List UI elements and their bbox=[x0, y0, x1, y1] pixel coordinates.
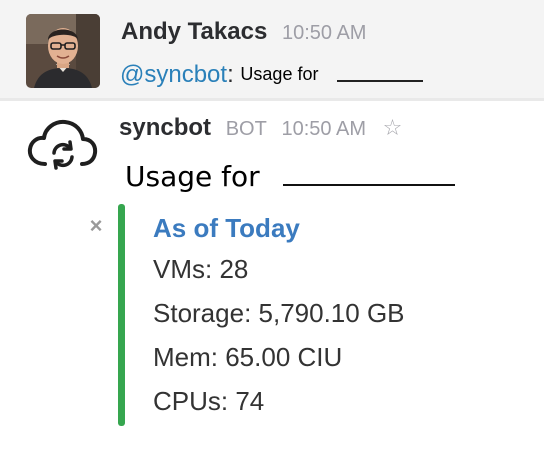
message-sender-row: Andy Takacs 10:50 AM bbox=[121, 18, 366, 46]
user-avatar-image bbox=[26, 14, 100, 88]
star-icon[interactable]: ☆ bbox=[383, 115, 403, 141]
attachment-field-storage: Storage: 5,790.10 GB bbox=[153, 298, 405, 328]
bot-mention[interactable]: @syncbot bbox=[120, 61, 227, 88]
redacted-blank bbox=[337, 66, 424, 82]
close-icon[interactable]: × bbox=[88, 214, 104, 238]
message-timestamp[interactable]: 10:50 AM bbox=[281, 118, 366, 140]
message-text: @syncbot: Usage for bbox=[120, 60, 424, 89]
attachment-field-mem: Mem: 65.00 CIU bbox=[153, 342, 343, 372]
sender-name[interactable]: Andy Takacs bbox=[121, 18, 267, 45]
usage-heading-text: Usage for bbox=[125, 160, 260, 193]
redacted-blank bbox=[282, 162, 455, 186]
bot-name[interactable]: syncbot bbox=[119, 114, 211, 141]
attachment-color-bar bbox=[118, 204, 125, 426]
attachment-title[interactable]: As of Today bbox=[153, 209, 405, 247]
cloud-sync-icon bbox=[27, 119, 98, 170]
message-timestamp[interactable]: 10:50 AM bbox=[282, 22, 367, 44]
slack-conversation: Andy Takacs 10:50 AM @syncbot: Usage for… bbox=[0, 0, 544, 456]
user-avatar[interactable] bbox=[26, 14, 100, 88]
attachment-field-vms: VMs: 28 bbox=[153, 254, 249, 284]
usage-request-text: Usage for bbox=[240, 64, 319, 84]
bot-header-row: syncbot BOT 10:50 AM ☆ bbox=[119, 114, 402, 142]
attachment: As of Today VMs: 28 Storage: 5,790.10 GB… bbox=[153, 209, 405, 423]
usage-heading: Usage for bbox=[125, 160, 455, 193]
bot-badge: BOT bbox=[225, 118, 267, 140]
bot-avatar[interactable] bbox=[25, 112, 99, 178]
attachment-field-cpus: CPUs: 74 bbox=[153, 386, 265, 416]
mention-colon: : bbox=[227, 61, 234, 88]
message-divider bbox=[0, 98, 544, 101]
